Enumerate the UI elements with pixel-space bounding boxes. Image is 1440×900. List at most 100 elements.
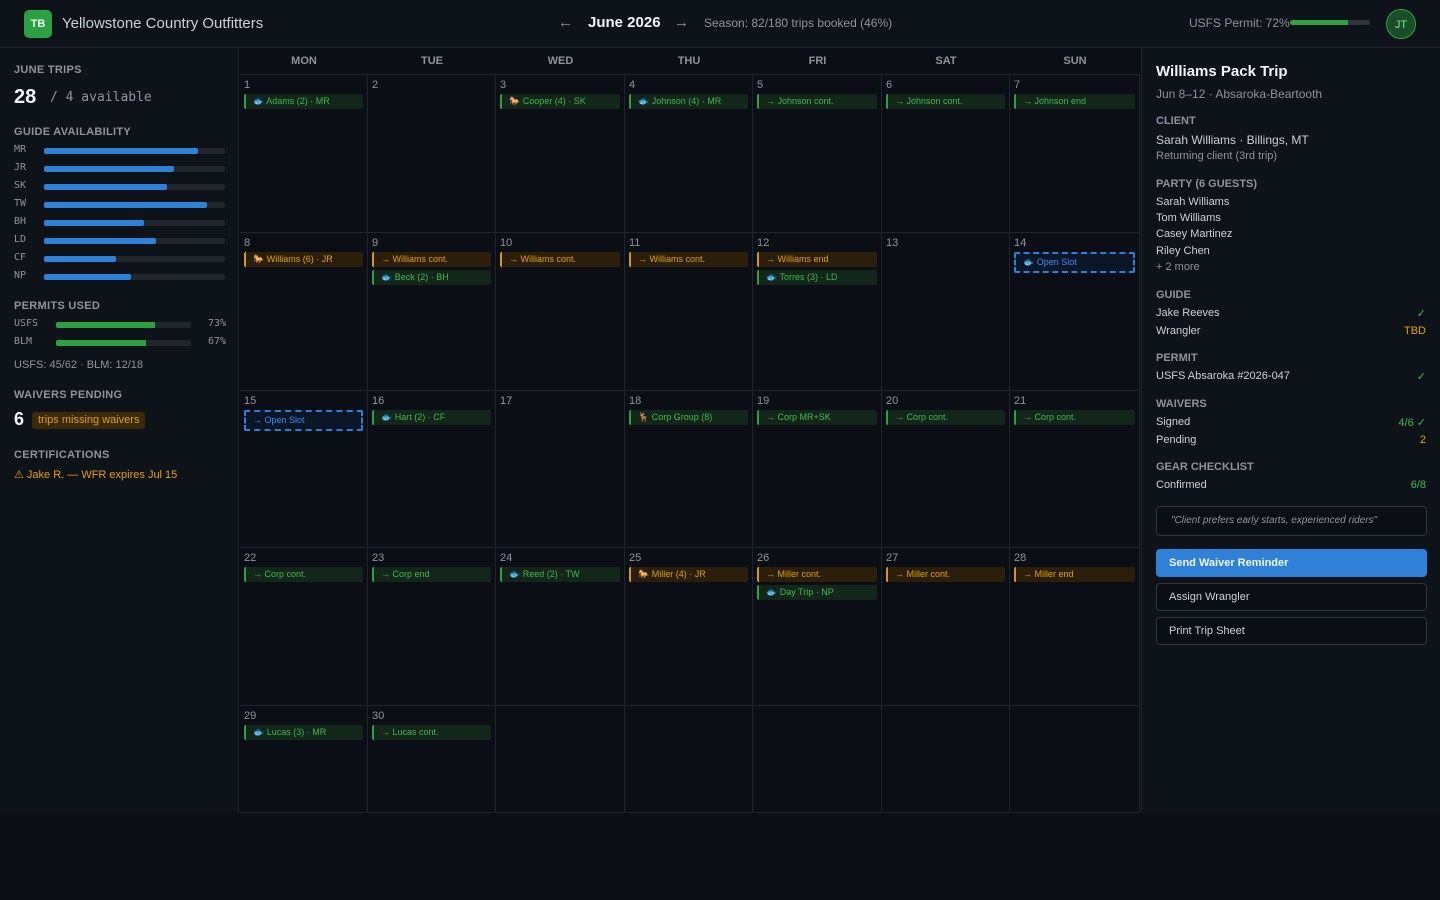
trip-event[interactable]: 🐟 Torres (3) · LD [757, 270, 877, 285]
trips-count: 28 [14, 86, 37, 108]
prev-month-button[interactable]: ← [558, 14, 573, 31]
send-waiver-reminder-button[interactable]: Send Waiver Reminder [1156, 549, 1427, 577]
trip-event[interactable]: → Miller end [1014, 567, 1135, 582]
guide-code: SK [14, 180, 27, 191]
party-member: Riley Chen [1156, 245, 1210, 257]
calendar-day-12[interactable]: 12 → Williams end 🐟 Torres (3) · LD [753, 233, 882, 391]
trip-event[interactable]: 🐟 Adams (2) · MR [244, 94, 363, 109]
calendar-day-5[interactable]: 5 → Johnson cont. [753, 75, 882, 233]
trip-event[interactable]: → Williams cont. [500, 252, 620, 267]
calendar-day-3[interactable]: 3 🐎 Cooper (4) · SK [496, 75, 625, 233]
trip-event[interactable]: → Corp cont. [244, 567, 363, 582]
party-heading: PARTY (6 GUESTS) [1156, 178, 1258, 190]
next-month-button[interactable]: → [674, 14, 689, 31]
calendar-day-13[interactable]: 13 [882, 233, 1010, 391]
day-number: 6 [886, 79, 893, 91]
trip-event[interactable]: 🐟 Hart (2) · CF [372, 410, 491, 425]
trip-event[interactable]: → Williams cont. [629, 252, 748, 267]
client-heading: CLIENT [1156, 115, 1196, 127]
client-name: Sarah Williams · Billings, MT [1156, 133, 1309, 147]
calendar-day-16[interactable]: 16 🐟 Hart (2) · CF [368, 391, 496, 548]
trip-event[interactable]: → Johnson end [1014, 94, 1135, 109]
trip-event[interactable]: 🐟 Lucas (3) · MR [244, 725, 363, 740]
trip-event[interactable]: → Miller cont. [757, 567, 877, 582]
calendar-day-23[interactable]: 23 → Corp end [368, 548, 496, 706]
trip-event[interactable]: 🐎 Cooper (4) · SK [500, 94, 620, 109]
season-summary: Season: 82/180 trips booked (46%) [704, 16, 893, 30]
trip-detail-panel: Williams Pack Trip Jun 8–12 · Absaroka-B… [1141, 48, 1440, 813]
day-number: 5 [757, 79, 764, 91]
trip-event[interactable]: → Corp MR+SK [757, 410, 877, 425]
day-number: 26 [757, 552, 770, 564]
calendar-day-25[interactable]: 25 🐎 Miller (4) · JR [625, 548, 753, 706]
app-logo[interactable]: TB [24, 10, 52, 38]
trip-event[interactable]: → Johnson cont. [886, 94, 1005, 109]
calendar-day-1[interactable]: 1 🐟 Adams (2) · MR [240, 75, 368, 233]
trip-event[interactable]: 🐎 Williams (6) · JR [244, 252, 363, 267]
party-more-link[interactable]: + 2 more [1156, 261, 1200, 273]
calendar-day-21[interactable]: 21 → Corp cont. [1010, 391, 1140, 548]
guide-availability-row: LD [14, 234, 226, 248]
calendar-day-8[interactable]: 8 🐎 Williams (6) · JR [240, 233, 368, 391]
calendar-day-20[interactable]: 20 → Corp cont. [882, 391, 1010, 548]
calendar-day-24[interactable]: 24 🐟 Reed (2) · TW [496, 548, 625, 706]
trip-event[interactable]: → Corp cont. [1014, 410, 1135, 425]
calendar-day-4[interactable]: 4 🐟 Johnson (4) · MR [625, 75, 753, 233]
calendar-day-19[interactable]: 19 → Corp MR+SK [753, 391, 882, 548]
calendar-day-27[interactable]: 27 → Miller cont. [882, 548, 1010, 706]
trip-event[interactable]: → Williams end [757, 252, 877, 267]
calendar-day-11[interactable]: 11 → Williams cont. [625, 233, 753, 391]
trip-title: Williams Pack Trip [1156, 63, 1288, 80]
trip-event[interactable]: 🐎 Miller (4) · JR [629, 567, 748, 582]
print-trip-sheet-button[interactable]: Print Trip Sheet [1156, 617, 1427, 645]
calendar-day-14[interactable]: 14 🐟 Open Slot [1010, 233, 1140, 391]
calendar-day-29[interactable]: 29 🐟 Lucas (3) · MR [240, 706, 368, 813]
calendar-day-7[interactable]: 7 → Johnson end [1010, 75, 1140, 233]
permits-used-heading: PERMITS USED [14, 300, 101, 312]
trip-event[interactable]: → Williams cont. [372, 252, 491, 267]
gear-confirmed-value: 6/8 [1410, 479, 1426, 491]
calendar-day-2[interactable]: 2 [368, 75, 496, 233]
gear-confirmed-label: Confirmed [1156, 479, 1207, 491]
waivers-heading: WAIVERS [1156, 398, 1207, 410]
open-slot-event[interactable]: → Open Slot [244, 410, 363, 431]
party-member: Tom Williams [1156, 212, 1221, 224]
user-avatar[interactable]: JT [1386, 9, 1416, 39]
trip-event[interactable]: 🐟 Day Trip · NP [757, 585, 877, 600]
calendar-day-6[interactable]: 6 → Johnson cont. [882, 75, 1010, 233]
wrangler-label: Wrangler [1156, 325, 1201, 337]
calendar-day-9[interactable]: 9 → Williams cont. 🐟 Beck (2) · BH [368, 233, 496, 391]
trip-event[interactable]: → Miller cont. [886, 567, 1005, 582]
day-number: 9 [372, 237, 379, 249]
trip-event[interactable]: 🦌 Corp Group (8) [629, 410, 748, 425]
calendar-day-18[interactable]: 18 🦌 Corp Group (8) [625, 391, 753, 548]
trip-event[interactable]: → Corp end [372, 567, 491, 582]
trip-event[interactable]: → Johnson cont. [757, 94, 877, 109]
open-slot-event[interactable]: 🐟 Open Slot [1014, 252, 1135, 273]
permit-usage-row: USFS 73% [14, 318, 226, 332]
guide-code: LD [14, 234, 27, 245]
calendar-day-26[interactable]: 26 → Miller cont. 🐟 Day Trip · NP [753, 548, 882, 706]
trip-event[interactable]: → Lucas cont. [372, 725, 491, 740]
calendar-empty-cell [753, 706, 882, 813]
calendar-day-10[interactable]: 10 → Williams cont. [496, 233, 625, 391]
trip-event[interactable]: → Corp cont. [886, 410, 1005, 425]
waivers-signed-label: Signed [1156, 416, 1191, 428]
calendar-day-30[interactable]: 30 → Lucas cont. [368, 706, 496, 813]
day-number: 1 [244, 79, 251, 91]
waivers-missing-badge[interactable]: trips missing waivers [32, 412, 146, 429]
calendar-day-22[interactable]: 22 → Corp cont. [240, 548, 368, 706]
day-number: 25 [629, 552, 642, 564]
wrangler-status: TBD [1404, 325, 1426, 337]
calendar-day-17[interactable]: 17 [496, 391, 625, 548]
day-number: 16 [372, 395, 385, 407]
day-number: 18 [629, 395, 642, 407]
trip-event[interactable]: 🐟 Reed (2) · TW [500, 567, 620, 582]
assign-wrangler-button[interactable]: Assign Wrangler [1156, 583, 1427, 611]
weekday-header-thu: THU [625, 48, 753, 75]
trip-event[interactable]: 🐟 Beck (2) · BH [372, 270, 491, 285]
trip-event[interactable]: 🐟 Johnson (4) · MR [629, 94, 748, 109]
calendar-day-15[interactable]: 15 → Open Slot [240, 391, 368, 548]
calendar-day-28[interactable]: 28 → Miller end [1010, 548, 1140, 706]
certification-warning[interactable]: ⚠ Jake R. — WFR expires Jul 15 [14, 468, 177, 481]
